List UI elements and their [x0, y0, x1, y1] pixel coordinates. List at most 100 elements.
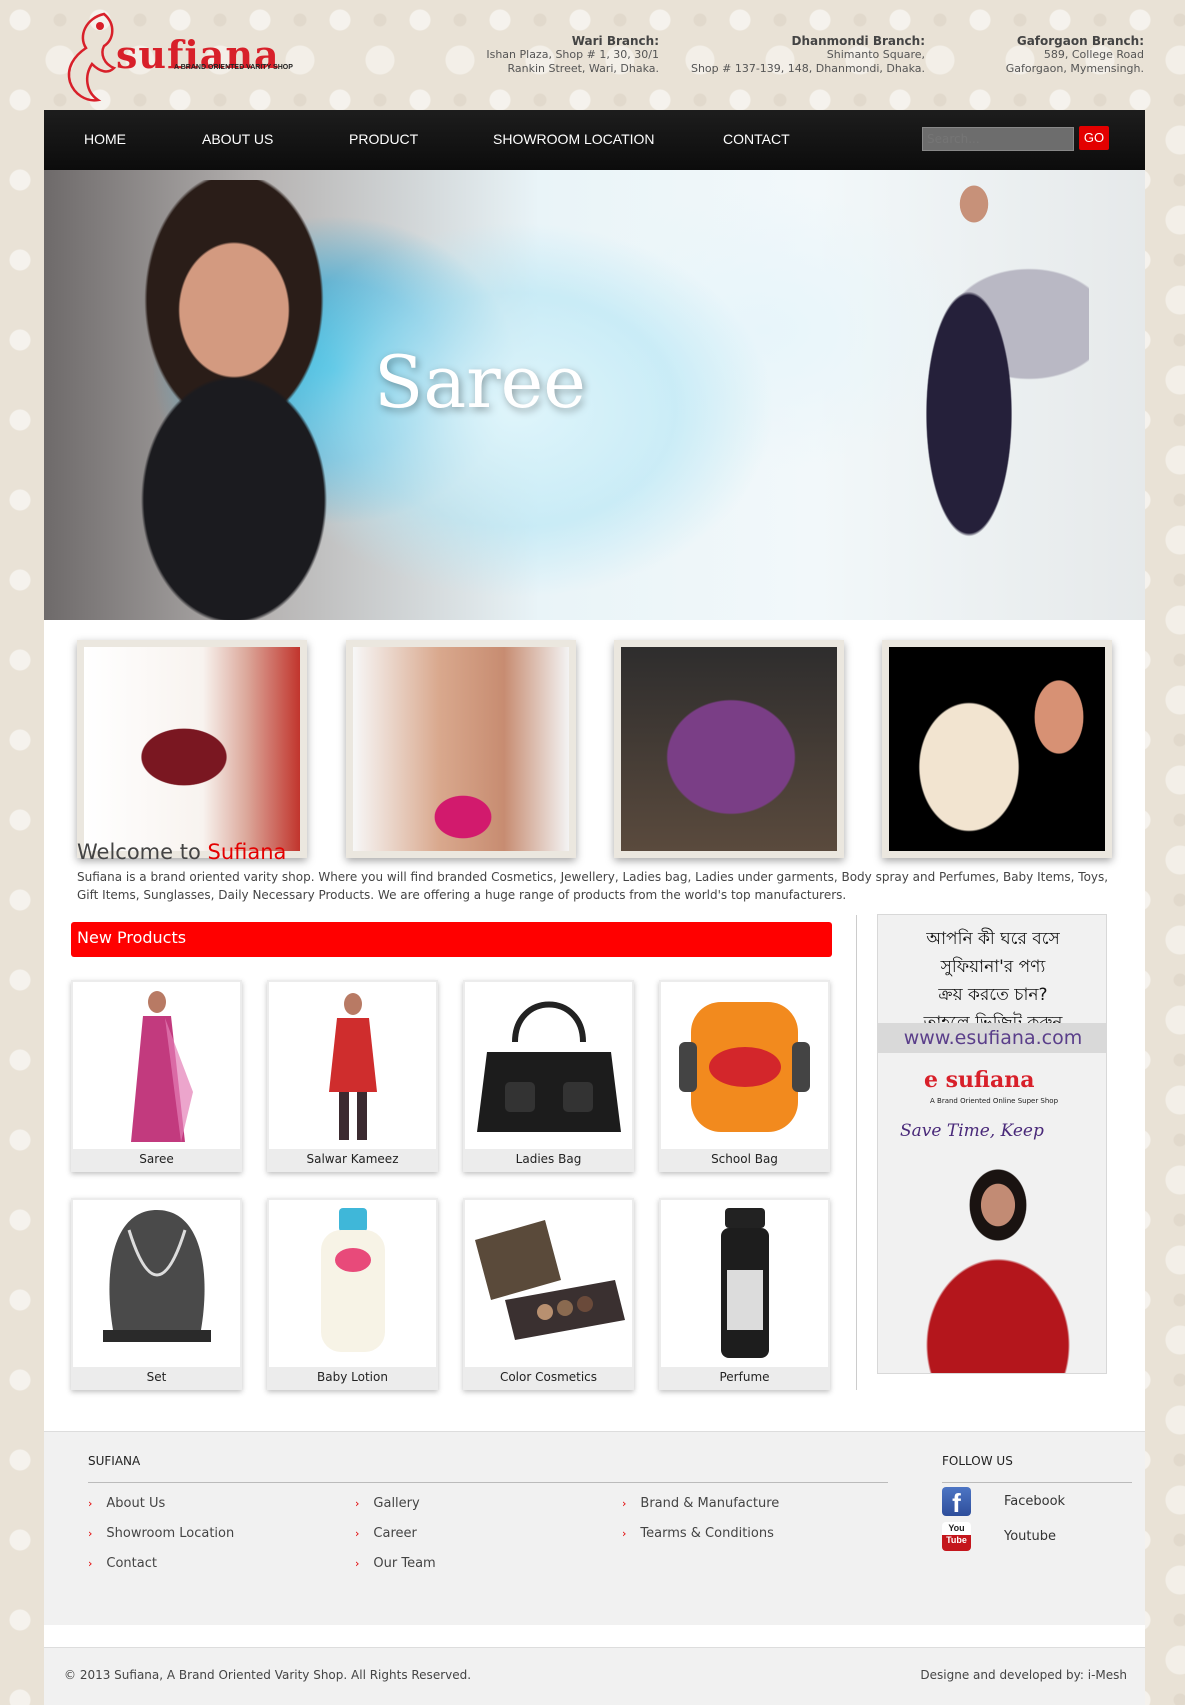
- product-card-perfume[interactable]: Perfume: [659, 1198, 830, 1390]
- ladies-bag-image: [477, 1001, 621, 1132]
- search-input[interactable]: [922, 127, 1074, 151]
- footer-link-label: Showroom Location: [106, 1526, 235, 1541]
- salwar-kameez-image: [329, 993, 377, 1140]
- featured-thumb-necklace[interactable]: [346, 640, 576, 858]
- branch-wari: Wari Branch: Ishan Plaza, Shop # 1, 30, …: [486, 34, 659, 76]
- footer-link-brand-manufacture[interactable]: › Brand & Manufacture: [622, 1496, 779, 1511]
- footer-link-label: Brand & Manufacture: [640, 1496, 780, 1511]
- footer-link-label: Our Team: [373, 1556, 436, 1571]
- product-card-set[interactable]: Set: [71, 1198, 242, 1390]
- follow-divider: [942, 1482, 1132, 1483]
- footer-divider: [88, 1482, 888, 1483]
- product-image: [465, 982, 632, 1149]
- product-image: [465, 1200, 632, 1367]
- branch-gaforgaon: Gaforgaon Branch: 589, College Road Gafo…: [1006, 34, 1144, 76]
- footer-link-terms-conditions[interactable]: › Tearms & Conditions: [622, 1526, 774, 1541]
- chevron-right-icon: ›: [622, 1497, 627, 1510]
- copyright-text: © 2013 Sufiana, A Brand Oriented Varity …: [64, 1668, 472, 1682]
- hero-title: Saree: [374, 340, 586, 424]
- footer-link-label: Contact: [106, 1556, 157, 1571]
- main-container: HOME ABOUT US PRODUCT SHOWROOM LOCATION …: [44, 110, 1145, 1705]
- ad-logo: e sufiana: [924, 1067, 1035, 1093]
- cosmetics-palette-image: [475, 1220, 625, 1340]
- ad-bangla-text: আপনি কী ঘরে বসে সুফিয়ানা'র পণ্য ক্রয় ক…: [878, 925, 1106, 1037]
- hero-model-left: [94, 180, 374, 620]
- product-card-ladies-bag[interactable]: Ladies Bag: [463, 980, 634, 1172]
- product-label: Color Cosmetics: [499, 1370, 598, 1384]
- handbag-image: [84, 647, 300, 851]
- featured-thumb-gift-box[interactable]: [614, 640, 844, 858]
- youtube-link[interactable]: Youtube: [1004, 1529, 1056, 1544]
- branch-address: Shimanto Square,: [826, 48, 925, 61]
- product-card-saree[interactable]: Saree: [71, 980, 242, 1172]
- nav-product[interactable]: PRODUCT: [349, 131, 418, 147]
- footer-link-showroom-location[interactable]: › Showroom Location: [88, 1526, 234, 1541]
- perfume-can-image: [721, 1208, 769, 1358]
- branch-address: Shop # 137-139, 148, Dhanmondi, Dhaka.: [690, 62, 925, 75]
- product-label: Perfume: [719, 1370, 770, 1384]
- branch-title: Gaforgaon Branch:: [1016, 34, 1144, 48]
- necklace-image: [353, 647, 569, 851]
- nav-contact[interactable]: CONTACT: [723, 131, 790, 147]
- facebook-link[interactable]: Facebook: [1004, 1494, 1065, 1509]
- welcome-section: Welcome to Sufiana Sufiana is a brand or…: [77, 840, 1117, 904]
- nav-home[interactable]: HOME: [84, 131, 126, 147]
- chevron-right-icon: ›: [622, 1527, 627, 1540]
- product-image: [269, 1200, 436, 1367]
- product-label: Ladies Bag: [515, 1152, 582, 1166]
- school-bag-image: [679, 1002, 810, 1132]
- product-image: [661, 982, 828, 1149]
- bottom-bar: © 2013 Sufiana, A Brand Oriented Varity …: [44, 1647, 1145, 1705]
- teddy-bear-image: [889, 647, 1105, 851]
- product-card-baby-lotion[interactable]: Baby Lotion: [267, 1198, 438, 1390]
- jewellery-set-image: [103, 1210, 211, 1342]
- search-go-button[interactable]: GO: [1079, 126, 1109, 150]
- nav-about-us[interactable]: ABOUT US: [202, 131, 273, 147]
- chevron-right-icon: ›: [355, 1497, 360, 1510]
- featured-thumb-teddy-bear[interactable]: [882, 640, 1112, 858]
- footer-link-about-us[interactable]: › About Us: [88, 1496, 165, 1511]
- chevron-right-icon: ›: [88, 1497, 93, 1510]
- product-card-school-bag[interactable]: School Bag: [659, 980, 830, 1172]
- footer-link-label: Gallery: [373, 1496, 420, 1511]
- welcome-brand: Sufiana: [207, 840, 287, 864]
- product-image: [73, 982, 240, 1149]
- featured-thumb-handbag[interactable]: [77, 640, 307, 858]
- esufiana-ad-banner[interactable]: আপনি কী ঘরে বসে সুফিয়ানা'র পণ্য ক্রয় ক…: [877, 914, 1107, 1374]
- chevron-right-icon: ›: [88, 1527, 93, 1540]
- welcome-heading: Welcome to Sufiana: [77, 840, 1117, 864]
- welcome-text: Sufiana is a brand oriented varity shop.…: [77, 870, 1109, 902]
- ad-url[interactable]: www.esufiana.com: [878, 1023, 1106, 1053]
- facebook-icon[interactable]: f: [942, 1487, 971, 1518]
- chevron-right-icon: ›: [355, 1527, 360, 1540]
- ad-tagline: A Brand Oriented Online Super Shop: [930, 1097, 1059, 1105]
- site-logo[interactable]: sufiana A BRAND ORIENTED VARITY SHOP: [56, 6, 296, 106]
- product-image: [269, 982, 436, 1149]
- youtube-icon[interactable]: You Tube: [942, 1522, 971, 1551]
- hero-banner: Saree: [44, 170, 1145, 620]
- branch-dhanmondi: Dhanmondi Branch: Shimanto Square, Shop …: [691, 34, 925, 76]
- footer-link-gallery[interactable]: › Gallery: [355, 1496, 420, 1511]
- footer-link-career[interactable]: › Career: [355, 1526, 417, 1541]
- ad-line: ক্রয় করতে চান?: [938, 985, 1048, 1005]
- branch-address: 589, College Road: [1043, 48, 1144, 61]
- footer-link-our-team[interactable]: › Our Team: [355, 1556, 436, 1571]
- product-card-color-cosmetics[interactable]: Color Cosmetics: [463, 1198, 634, 1390]
- saree-image: [131, 991, 193, 1142]
- product-label: Salwar Kameez: [306, 1152, 399, 1166]
- ad-slogan: Save Time, Keep: [900, 1121, 1044, 1141]
- follow-us-title: FOLLOW US: [942, 1454, 1013, 1468]
- footer: SUFIANA › About Us › Showroom Location › Co…: [44, 1431, 1145, 1625]
- logo-tagline: A BRAND ORIENTED VARITY SHOP: [174, 64, 293, 71]
- product-label: Set: [146, 1370, 167, 1384]
- hero-model-right: [859, 174, 1089, 614]
- product-card-salwar-kameez[interactable]: Salwar Kameez: [267, 980, 438, 1172]
- chevron-right-icon: ›: [355, 1557, 360, 1570]
- product-label: Baby Lotion: [317, 1370, 388, 1384]
- footer-link-contact[interactable]: › Contact: [88, 1556, 157, 1571]
- gift-box-image: [621, 647, 837, 851]
- footer-link-label: Career: [373, 1526, 417, 1541]
- ad-line: সুফিয়ানা'র পণ্য: [940, 957, 1046, 977]
- developer-credit: Designe and developed by: i-Mesh: [920, 1668, 1127, 1682]
- nav-showroom-location[interactable]: SHOWROOM LOCATION: [493, 131, 655, 147]
